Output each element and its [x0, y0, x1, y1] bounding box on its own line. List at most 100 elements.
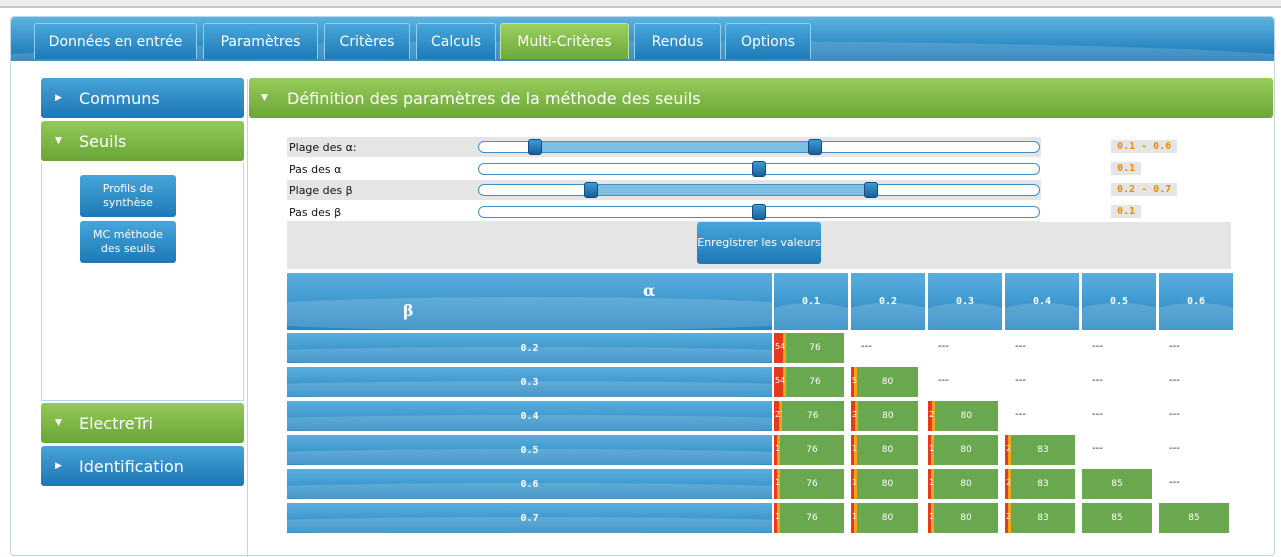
result-cell[interactable]: 85	[1159, 503, 1233, 533]
green-segment: 83	[1011, 469, 1075, 499]
accordion-seuils[interactable]: ▼ Seuils	[41, 121, 244, 161]
empty-value: ---	[1092, 375, 1103, 386]
empty-value: ---	[1015, 341, 1026, 352]
beta-value: 0.7	[520, 512, 539, 524]
result-cell[interactable]: 5 80	[851, 367, 925, 397]
result-cell[interactable]: 54 76	[774, 367, 848, 397]
result-cell[interactable]: 2 83	[1005, 469, 1079, 499]
header-wave	[851, 303, 925, 330]
slider-handle[interactable]	[808, 139, 822, 155]
result-cell[interactable]: 1480	[851, 503, 925, 533]
result-cell[interactable]: 1876	[774, 469, 848, 499]
result-cell[interactable]: ---	[1082, 333, 1156, 363]
green-segment: 76	[780, 469, 844, 499]
result-cell[interactable]: ---	[1082, 367, 1156, 397]
green-segment: 76	[780, 435, 844, 465]
main-value: 76	[806, 513, 818, 523]
param-slider[interactable]	[478, 139, 1040, 155]
accordion-communs[interactable]: ▶ Communs	[41, 78, 244, 118]
slider-handle[interactable]	[584, 182, 598, 198]
result-cell[interactable]: ---	[1159, 367, 1233, 397]
green-segment: 76	[780, 503, 844, 533]
result-cell[interactable]: ---	[1005, 367, 1079, 397]
green-segment: 85	[1159, 503, 1229, 533]
accordion-identification-label: Identification	[79, 456, 184, 476]
tab-multi-crite-res[interactable]: Multi-Critères	[500, 23, 629, 59]
result-cell[interactable]: ---	[1159, 469, 1233, 499]
table-corner-header: α β	[287, 273, 772, 330]
main-value: 85	[1111, 479, 1123, 489]
main-value: 80	[881, 377, 894, 387]
result-cell[interactable]: ---	[1082, 435, 1156, 465]
small-value: 54	[775, 342, 786, 351]
empty-value: ---	[1092, 341, 1103, 352]
green-segment: 80	[857, 469, 918, 499]
alpha-value: 0.6	[1186, 296, 1206, 307]
result-cell[interactable]: 1480	[851, 435, 925, 465]
tab-parame-tres[interactable]: Paramètres	[203, 23, 318, 59]
main-value: 80	[881, 479, 894, 489]
result-cell[interactable]: ---	[928, 367, 1002, 397]
slider-handle[interactable]	[864, 182, 878, 198]
param-label: Pas des α	[289, 163, 342, 176]
main-value: 80	[960, 479, 972, 489]
result-cell[interactable]: 1876	[774, 503, 848, 533]
main-value: 85	[1111, 513, 1123, 523]
result-cell[interactable]: ---	[1159, 435, 1233, 465]
save-values-button[interactable]: Enregistrer les valeurs	[697, 222, 821, 264]
result-cell[interactable]: 1480	[928, 469, 1002, 499]
result-cell[interactable]: ---	[1005, 333, 1079, 363]
green-segment: 80	[857, 401, 918, 431]
green-segment: 76	[786, 367, 844, 397]
param-slider[interactable]	[478, 182, 1040, 198]
alpha-column-header: 0.2	[851, 273, 925, 330]
mc-methode-seuils-button[interactable]: MC méthode des seuils	[80, 221, 176, 263]
tab-rendus[interactable]: Rendus	[634, 23, 721, 59]
tab-crite-res[interactable]: Critères	[324, 23, 410, 59]
green-segment: 76	[781, 401, 844, 431]
chevron-down-icon: ▼	[261, 93, 268, 103]
result-cell[interactable]: 1480	[928, 503, 1002, 533]
empty-value: ---	[861, 341, 872, 352]
tab-calculs[interactable]: Calculs	[416, 23, 496, 59]
main-value: 80	[960, 513, 972, 523]
panel-header[interactable]: ▼ Définition des paramètres de la méthod…	[249, 78, 1273, 118]
alpha-value: 0.5	[1109, 296, 1129, 307]
accordion-identification[interactable]: ▶ Identification	[41, 446, 244, 486]
tab-options[interactable]: Options	[725, 23, 811, 59]
result-cell[interactable]: 85	[1082, 503, 1156, 533]
result-cell[interactable]: ---	[851, 333, 925, 363]
profils-synthese-button[interactable]: Profils de synthèse	[80, 175, 176, 217]
result-cell[interactable]: ---	[1159, 333, 1233, 363]
result-cell[interactable]: 54 76	[774, 333, 848, 363]
slider-range	[535, 142, 815, 152]
accordion-electretri[interactable]: ▼ ElectreTri	[41, 403, 244, 443]
result-cell[interactable]: ---	[1005, 401, 1079, 431]
green-segment: 80	[934, 401, 998, 431]
empty-value: ---	[1015, 375, 1026, 386]
result-cell[interactable]: 2 83	[1005, 503, 1079, 533]
empty-value: ---	[1169, 375, 1180, 386]
result-cell[interactable]: 1876	[774, 435, 848, 465]
result-cell[interactable]: ---	[1159, 401, 1233, 431]
result-cell[interactable]: ---	[928, 333, 1002, 363]
result-cell[interactable]: 2 83	[1005, 435, 1079, 465]
param-slider[interactable]	[478, 161, 1040, 177]
slider-handle[interactable]	[752, 204, 766, 220]
tab-donne-es-en-entre-e[interactable]: Données en entrée	[34, 23, 197, 59]
slider-handle[interactable]	[528, 139, 542, 155]
param-slider[interactable]	[478, 204, 1040, 220]
result-cell[interactable]: ---	[1082, 401, 1156, 431]
result-cell[interactable]: 2380	[928, 401, 1002, 431]
header-wave	[1082, 303, 1156, 330]
result-cell[interactable]: 2380	[851, 401, 925, 431]
result-cell[interactable]: 1480	[851, 469, 925, 499]
result-cell[interactable]: 27 76	[774, 401, 848, 431]
green-segment: 80	[857, 503, 918, 533]
result-cell[interactable]: 1480	[928, 435, 1002, 465]
slider-handle[interactable]	[752, 161, 766, 177]
result-cell[interactable]: 85	[1082, 469, 1156, 499]
top-border	[0, 0, 1281, 8]
alpha-label: α	[643, 281, 656, 300]
beta-value: 0.2	[520, 342, 539, 354]
